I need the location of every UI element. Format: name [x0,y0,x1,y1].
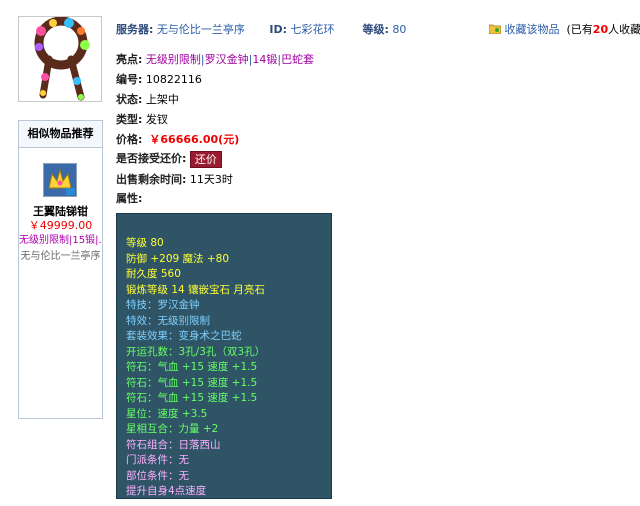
property-line: 锻炼等级 14 镶嵌宝石 月亮石 [126,283,265,296]
highlight-tag: 无级别限制 [145,53,201,66]
property-line: 符石：气血 +15 速度 +1.5 [126,392,258,404]
property-line: 符石：气血 +15 速度 +1.5 [126,376,258,389]
favorite-count: 20 [592,23,609,36]
id-label: ID: [269,23,288,36]
highlight-tag: 罗汉金钟 [204,53,249,66]
similar-items-title: 相似物品推荐 [19,121,102,148]
property-line: 耐久度 560 [126,268,181,280]
time-label: 出售剩余时间: [116,173,187,186]
item-properties-panel: 等级 80 防御 +209 魔法 +80 耐久度 560 锻炼等级 14 镶嵌宝… [116,213,332,499]
server-value: 无与伦比一兰亭序 [156,23,245,36]
property-line: 星相互合：力量 +2 [126,423,219,435]
similar-item-icon[interactable] [43,163,77,197]
attr-row: 属性: [116,190,142,206]
price-label: 价格: [116,133,143,146]
serial-label: 编号: [116,73,143,86]
price-value: ￥66666.00(元) [149,133,240,146]
favorite-link[interactable]: 收藏该物品 [505,23,560,36]
type-label: 类型: [116,113,143,126]
favorite-count-prefix: (已有 [566,23,593,36]
highlight-tag: 巴蛇套 [281,53,315,66]
serial-row: 编号: 10822116 [116,71,202,87]
property-line: 星位：速度 +3.5 [126,407,208,420]
haggle-label: 是否接受还价: [116,152,187,165]
highlights-row: 亮点: 无级别限制|罗汉金钟|14锻|巴蛇套 [116,51,314,67]
item-thumbnail [18,16,102,102]
similar-items-panel: 相似物品推荐 王翼陆锑钳 ￥49999.00 无级别限制|15锻|… 无与伦比一… [18,120,103,419]
status-label: 状态: [116,93,143,106]
server-label: 服务器: [116,23,154,36]
folder-icon [488,24,502,35]
highlight-tag: 14锻 [252,53,278,66]
property-line: 提升自身4点速度 [126,485,207,497]
time-row: 出售剩余时间: 11天3时 [116,171,233,187]
haggle-button[interactable]: 还价 [189,150,222,168]
type-row: 类型: 发钗 [116,111,168,127]
id-value: 七彩花环 [290,23,335,36]
property-line: 部位条件：无 [126,469,189,482]
status-row: 状态: 上架中 [116,91,179,107]
price-row: 价格: ￥66666.00(元) [116,131,239,147]
haggle-row: 是否接受还价: 还价 [116,150,222,168]
type-value: 发钗 [145,113,168,126]
highlight-label: 亮点: [116,53,143,66]
hairpin-item-icon [34,17,90,101]
status-value: 上架中 [145,93,179,106]
property-line: 门派条件：无 [126,454,189,466]
crown-item-icon [44,164,76,196]
property-line: 开运孔数：3孔/3孔（双3孔） [126,345,266,358]
favorite-area: 收藏该物品 (已有20人收藏) [488,21,640,37]
level-label: 等级: [362,23,389,36]
time-value: 11天3时 [189,173,233,186]
level-value: 80 [392,23,407,36]
similar-item-tags: 无级别限制|15锻|… [19,235,102,246]
item-header: 服务器: 无与伦比一兰亭序 ID: 七彩花环 等级: 80 [116,21,406,37]
property-line: 特效：无级别限制 [126,314,210,327]
favorite-count-suffix: 人收藏) [608,23,640,36]
property-line: 符石组合：日落西山 [126,438,221,451]
property-line: 防御 +209 魔法 +80 [126,252,230,265]
property-line: 特技：罗汉金钟 [126,299,200,311]
attr-label: 属性: [116,192,143,205]
property-line: 套装效果：变身术之巴蛇 [126,330,242,342]
similar-item-server: 无与伦比一兰亭序 [20,251,101,262]
serial-value: 10822116 [145,73,202,86]
property-line: 等级 80 [126,237,164,249]
property-line: 符石：气血 +15 速度 +1.5 [126,361,258,373]
